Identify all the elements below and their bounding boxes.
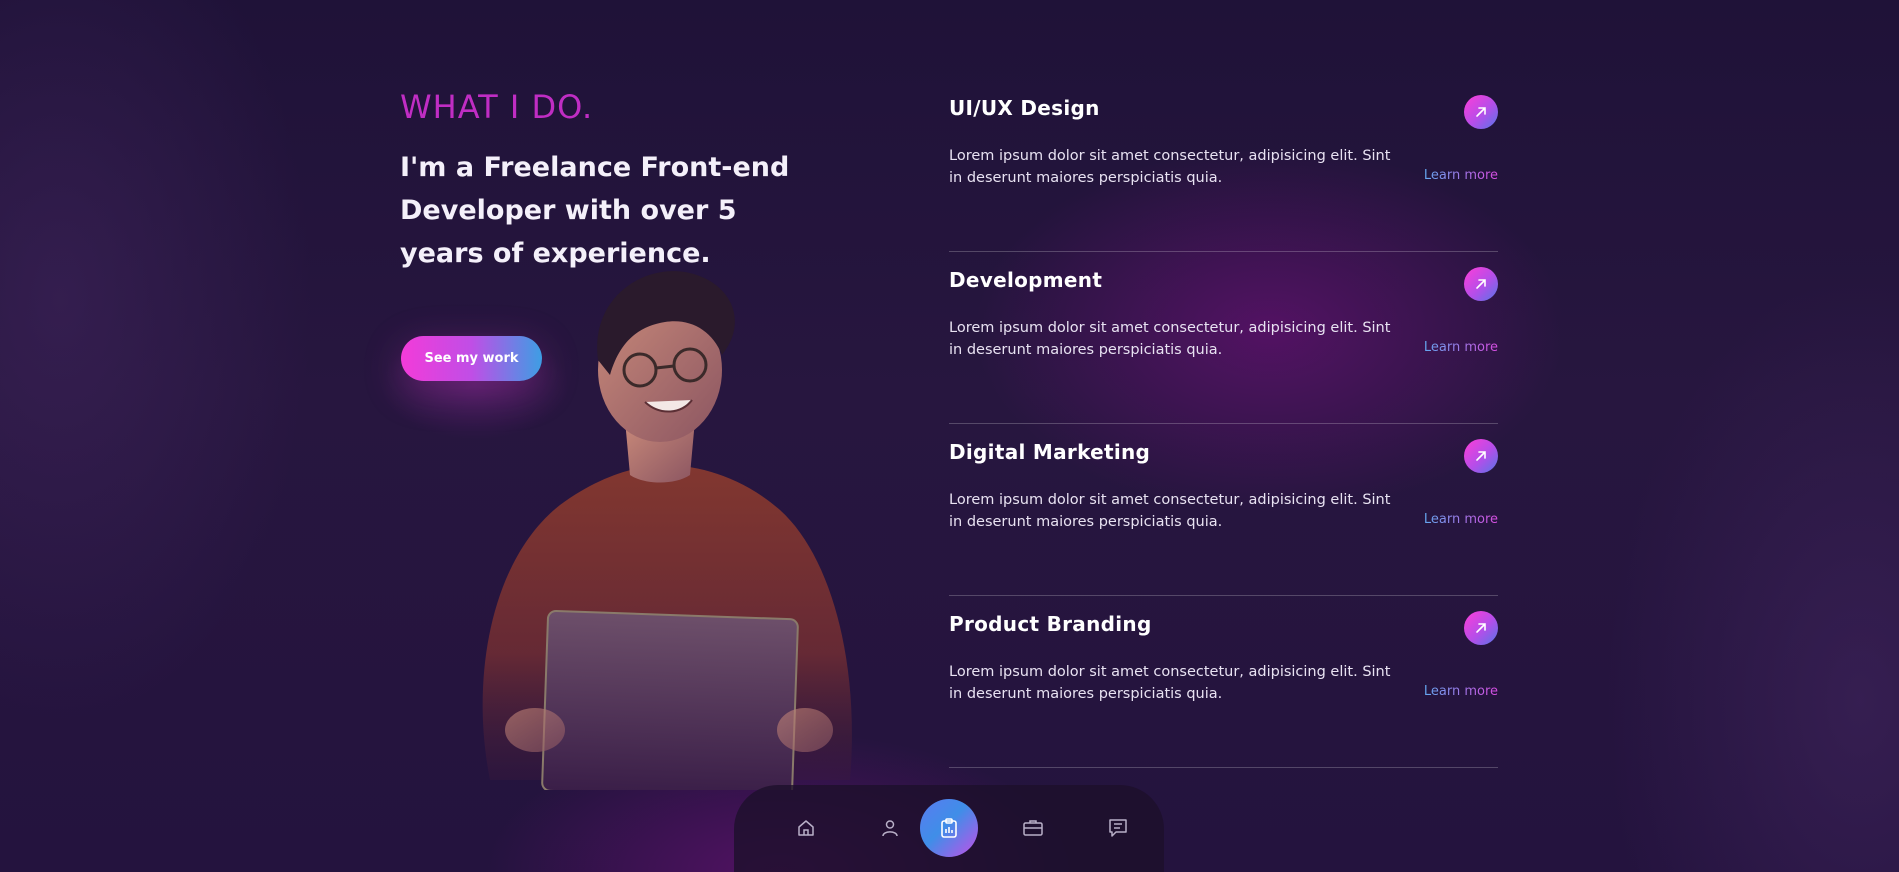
service-title: Digital Marketing <box>949 440 1151 464</box>
arrow-up-right-button[interactable] <box>1464 611 1498 645</box>
section-title: WHAT I DO. <box>400 88 594 126</box>
arrow-up-right-button[interactable] <box>1464 267 1498 301</box>
learn-more-link[interactable]: Learn more <box>1424 168 1498 183</box>
nav-portfolio-button[interactable] <box>1004 799 1062 857</box>
arrow-up-right-button[interactable] <box>1464 95 1498 129</box>
learn-more-link[interactable]: Learn more <box>1424 684 1498 699</box>
service-item-digital-marketing: Digital Marketing Lorem ipsum dolor sit … <box>949 424 1498 596</box>
services-list: UI/UX Design Lorem ipsum dolor sit amet … <box>949 80 1498 768</box>
service-description: Lorem ipsum dolor sit amet consectetur, … <box>949 320 1391 358</box>
service-description: Lorem ipsum dolor sit amet consectetur, … <box>949 492 1391 530</box>
clipboard-chart-icon <box>941 818 957 838</box>
chat-icon <box>1109 819 1127 837</box>
user-icon <box>882 820 898 837</box>
nav-about-button[interactable] <box>861 799 919 857</box>
service-item-product-branding: Product Branding Lorem ipsum dolor sit a… <box>949 596 1498 768</box>
arrow-up-right-button[interactable] <box>1464 439 1498 473</box>
arrow-up-right-icon <box>1476 279 1486 289</box>
arrow-up-right-icon <box>1476 451 1486 461</box>
nav-services-button[interactable] <box>920 799 978 857</box>
learn-more-link[interactable]: Learn more <box>1424 340 1498 355</box>
intro-headline: I'm a Freelance Front-end Developer with… <box>400 152 790 269</box>
arrow-up-right-icon <box>1476 623 1486 633</box>
service-title: Product Branding <box>949 612 1152 636</box>
bottom-nav <box>734 785 1164 872</box>
nav-contact-button[interactable] <box>1089 799 1147 857</box>
service-title: UI/UX Design <box>949 96 1100 120</box>
briefcase-icon <box>1023 820 1043 836</box>
service-item-ui-ux-design: UI/UX Design Lorem ipsum dolor sit amet … <box>949 80 1498 252</box>
portrait-image <box>482 271 852 790</box>
service-title: Development <box>949 268 1103 292</box>
service-item-development: Development Lorem ipsum dolor sit amet c… <box>949 252 1498 424</box>
service-description: Lorem ipsum dolor sit amet consectetur, … <box>949 664 1391 702</box>
home-icon <box>798 820 814 836</box>
nav-home-button[interactable] <box>777 799 835 857</box>
learn-more-link[interactable]: Learn more <box>1424 512 1498 527</box>
arrow-up-right-icon <box>1476 107 1486 117</box>
service-description: Lorem ipsum dolor sit amet consectetur, … <box>949 148 1391 186</box>
